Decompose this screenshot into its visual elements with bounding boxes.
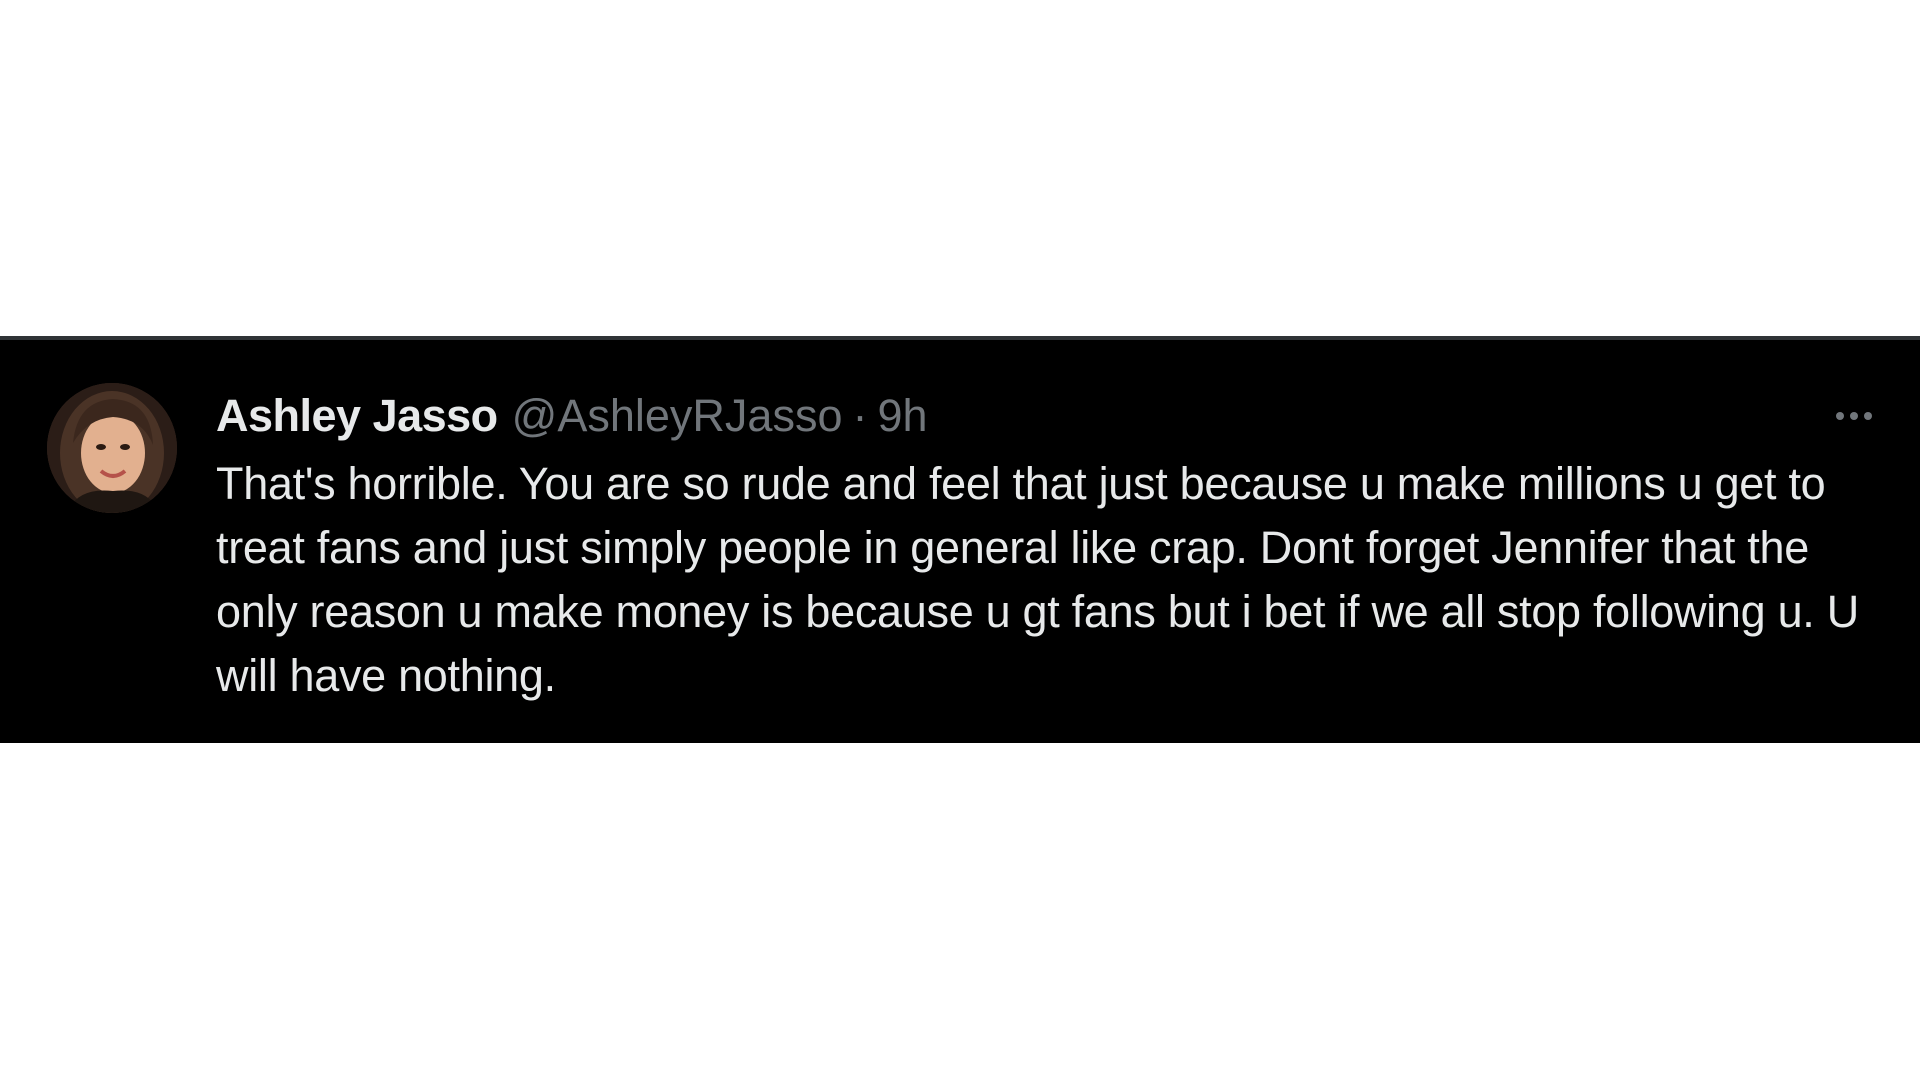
author-handle[interactable]: @AshleyRJasso (512, 390, 843, 442)
header-separator: · (852, 390, 868, 441)
tweet-timestamp[interactable]: 9h (877, 390, 927, 442)
more-options-button[interactable] (1824, 396, 1884, 436)
profile-photo-icon (47, 383, 177, 513)
ellipsis-icon (1836, 412, 1872, 420)
tweet-card[interactable]: Ashley Jasso @AshleyRJasso · 9h That's h… (0, 336, 1920, 743)
tweet-header: Ashley Jasso @AshleyRJasso · 9h (216, 386, 928, 446)
tweet-text: That's horrible. You are so rude and fee… (216, 458, 1859, 701)
author-display-name[interactable]: Ashley Jasso (216, 390, 498, 442)
avatar[interactable] (47, 383, 177, 513)
